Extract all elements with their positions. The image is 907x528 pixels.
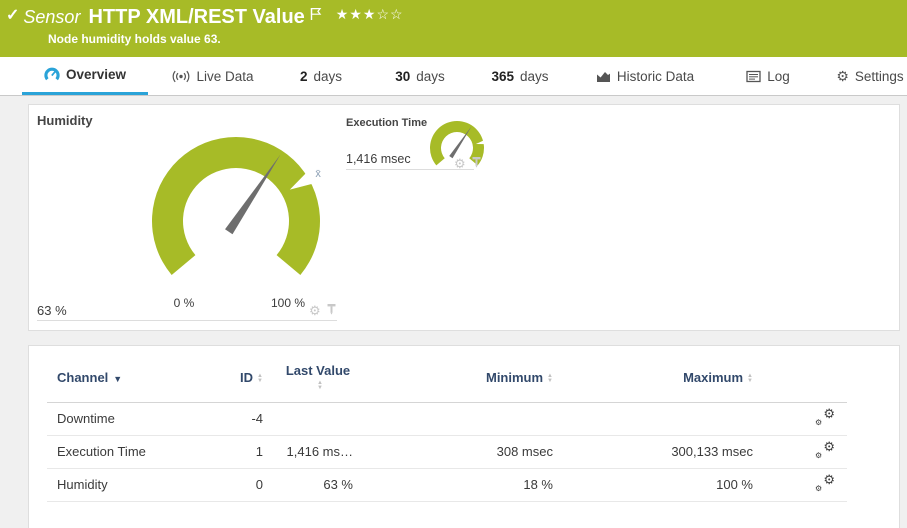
exec-time-gauge-title: Execution Time (346, 117, 427, 129)
priority-stars[interactable]: ★★★☆☆ (336, 6, 404, 23)
channel-table: Channel▼ ID▲▼ Last Value▲▼ Minimum▲▼ Max… (47, 354, 847, 502)
gauge-settings-gear-icon[interactable]: ⚙ (309, 304, 321, 318)
gear-icon: ⚙ (836, 69, 849, 83)
sensor-status-message: Node humidity holds value 63. (0, 32, 907, 46)
channel-id: 0 (237, 468, 267, 501)
svg-text:x̄: x̄ (315, 168, 321, 180)
gauges-panel: Humidity x̄ 0 % 100 % 63 % ⚙ Execution T… (28, 104, 900, 331)
humidity-current-value: 63 % (37, 303, 67, 318)
channel-name[interactable]: Downtime (47, 402, 237, 435)
channel-last-value: 63 % (267, 468, 357, 501)
humidity-gauge: x̄ (141, 121, 351, 307)
humidity-gauge-title: Humidity (37, 113, 93, 128)
channel-minimum: 18 % (357, 468, 557, 501)
col-header-minimum[interactable]: Minimum▲▼ (357, 354, 557, 402)
tab-log[interactable]: Log (742, 57, 794, 95)
channel-last-value: 1,416 ms… (267, 435, 357, 468)
exec-panel-controls: ⚙ (454, 155, 482, 173)
tab-bar: Overview Live Data 2days 30days 365days … (0, 57, 907, 96)
table-row[interactable]: Downtime -4 ⚙⚙ (47, 402, 847, 435)
sensor-title: HTTP XML/REST Value (88, 5, 304, 29)
channel-settings-icon[interactable]: ⚙⚙ (815, 475, 835, 491)
prtg-sensor-page: ✓ Sensor HTTP XML/REST Value ★★★☆☆ Node … (0, 0, 907, 528)
sensor-header: ✓ Sensor HTTP XML/REST Value ★★★☆☆ Node … (0, 0, 907, 57)
humidity-panel-divider (37, 320, 337, 321)
status-ok-check-icon: ✓ (6, 5, 19, 27)
channel-last-value (267, 402, 357, 435)
sort-icon: ▲▼ (747, 374, 753, 384)
channel-id: -4 (237, 402, 267, 435)
tab-live-data[interactable]: Live Data (160, 57, 266, 95)
col-header-channel[interactable]: Channel▼ (47, 354, 237, 402)
channel-settings-icon[interactable]: ⚙⚙ (815, 409, 835, 425)
priority-flag-icon[interactable] (310, 7, 322, 26)
col-header-last-value[interactable]: Last Value▲▼ (267, 354, 357, 402)
sort-desc-icon: ▼ (113, 374, 122, 384)
sensor-kind-label: Sensor (23, 5, 80, 29)
channel-maximum (557, 402, 757, 435)
table-row[interactable]: Execution Time 1 1,416 ms… 308 msec 300,… (47, 435, 847, 468)
exec-time-current-value: 1,416 msec (346, 152, 411, 166)
channel-name[interactable]: Execution Time (47, 435, 237, 468)
tab-2-days[interactable]: 2days (290, 57, 352, 95)
area-chart-icon (596, 70, 611, 83)
tab-overview[interactable]: Overview (22, 57, 148, 95)
exec-panel-divider (346, 169, 474, 170)
tab-historic-data[interactable]: Historic Data (588, 57, 702, 95)
tab-settings[interactable]: ⚙ Settings (832, 57, 907, 95)
gauge-icon (44, 67, 60, 82)
channel-id: 1 (237, 435, 267, 468)
table-row[interactable]: Humidity 0 63 % 18 % 100 % ⚙⚙ (47, 468, 847, 501)
stars-empty: ☆☆ (376, 6, 403, 22)
tab-30-days[interactable]: 30days (385, 57, 455, 95)
channel-minimum: 308 msec (357, 435, 557, 468)
channel-settings-icon[interactable]: ⚙⚙ (815, 442, 835, 458)
humidity-gauge-min-label: 0 % (170, 296, 198, 310)
pin-icon[interactable] (326, 302, 337, 320)
humidity-panel-controls: ⚙ (309, 302, 337, 320)
channels-panel: Channel▼ ID▲▼ Last Value▲▼ Minimum▲▼ Max… (28, 345, 900, 528)
channel-maximum: 100 % (557, 468, 757, 501)
table-header-row: Channel▼ ID▲▼ Last Value▲▼ Minimum▲▼ Max… (47, 354, 847, 402)
sort-icon: ▲▼ (547, 374, 553, 384)
stars-filled: ★★★ (336, 6, 377, 22)
sort-icon: ▲▼ (257, 374, 263, 384)
log-icon (746, 70, 761, 83)
channel-minimum (357, 402, 557, 435)
broadcast-icon (172, 70, 190, 83)
sort-icon: ▲▼ (317, 381, 323, 391)
channel-maximum: 300,133 msec (557, 435, 757, 468)
col-header-maximum[interactable]: Maximum▲▼ (557, 354, 757, 402)
humidity-gauge-max-label: 100 % (266, 296, 310, 310)
tab-365-days[interactable]: 365days (480, 57, 560, 95)
channel-name[interactable]: Humidity (47, 468, 237, 501)
pin-icon[interactable] (471, 155, 482, 173)
col-header-actions (757, 354, 847, 402)
col-header-id[interactable]: ID▲▼ (237, 354, 267, 402)
